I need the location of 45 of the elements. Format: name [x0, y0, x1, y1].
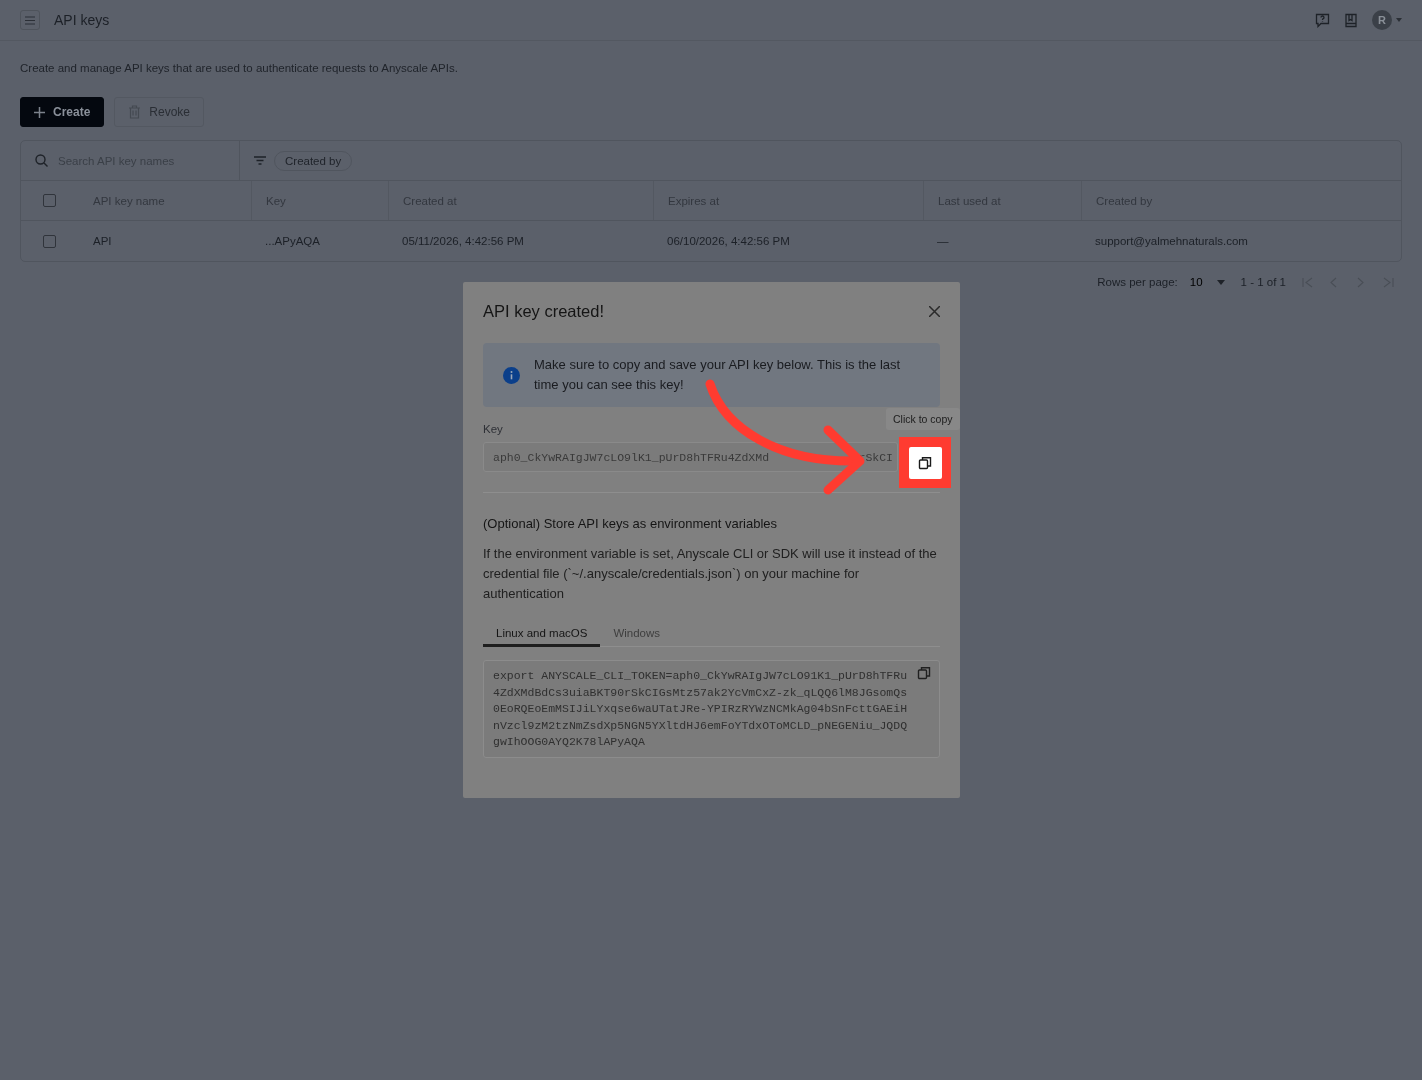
table-cell-text: support@yalmehnaturals.com	[1094, 235, 1249, 247]
key-label: Key	[483, 423, 504, 435]
select-all-checkbox[interactable]	[43, 194, 56, 207]
plus-icon	[34, 106, 45, 118]
user-menu[interactable]: R	[1372, 10, 1402, 30]
notice-text: Make sure to copy and save your API key below. This is the last time you can see this key!	[534, 356, 902, 394]
rows-per-page-label: Rows per page:	[1097, 276, 1178, 288]
env-description: If the environment variable is set, Anyscale CLI or SDK will use it instead of the credential file (`~/.anyscale/credentials.json`) on your machine for authentication	[483, 545, 938, 603]
os-tab[interactable]: Windows	[600, 622, 674, 647]
menu-button[interactable]	[20, 10, 40, 30]
close-icon	[929, 306, 940, 317]
trash-icon	[128, 105, 142, 119]
page-range: 1 - 1 of 1	[1240, 276, 1286, 288]
copy-key-button[interactable]	[908, 446, 942, 479]
info-icon	[503, 366, 520, 384]
docs-button[interactable]	[1344, 12, 1358, 28]
filter-icon	[254, 156, 266, 165]
help-icon	[1315, 12, 1330, 28]
user-avatar: R	[1372, 10, 1392, 30]
help-button[interactable]	[1315, 12, 1330, 28]
rows-per-page-select[interactable]: 10	[1189, 276, 1225, 288]
row-checkbox[interactable]	[43, 234, 56, 248]
search-icon	[35, 154, 48, 167]
table-cell-text: API	[92, 235, 113, 247]
table-cell-text: ...APyAQA	[264, 235, 321, 247]
table-cell-text: 05/11/2026, 4:42:56 PM	[401, 235, 525, 247]
copy-icon	[918, 455, 932, 470]
close-button[interactable]	[929, 306, 940, 317]
caret-icon	[1396, 18, 1402, 22]
key-value: aph0_CkYwRAIgJW7cLO9lK1_pUrD8hTFRu4ZdXMd	[493, 450, 770, 464]
menu-icon	[25, 15, 35, 25]
page-title: API keys	[54, 12, 111, 28]
table-cell-text: —	[936, 235, 950, 247]
page-description: Create and manage API keys that are used to authenticate requests to Anyscale APIs.	[20, 62, 459, 74]
copy-icon	[917, 666, 931, 680]
copy-code-button[interactable]	[917, 666, 931, 680]
create-button[interactable]: Create	[20, 97, 105, 127]
caret-icon	[1216, 279, 1225, 285]
book-icon	[1344, 12, 1358, 28]
dialog-title: API key created!	[483, 302, 605, 321]
tooltip: Click to copy	[886, 408, 960, 430]
table-cell-text: 06/10/2026, 4:42:56 PM	[666, 235, 791, 247]
os-tab[interactable]: Linux and macOS	[483, 622, 601, 647]
section-heading: (Optional) Store API keys as environment variables	[483, 516, 779, 531]
export-command: export ANYSCALE_CLI_TOKEN=aph0_CkYwRAIgJW7cLO91K1_pUrD8hTFRu4ZdXMdBdCs3uiaBKT90rSkCIGsMtz57ak2YcVmCxZ-zk_qLQQ6lM8JGsomQs0EoRQEoEmMSIJiLYxqse6waUTatJRe-YPIRzRYWzNCMkAg04bSnFcttGAEiHnVzcl9zM2tzNmZsdXp5NGN5YXltdHJ6emFoYTdxOToMCLD_pNEGENiu_JQDQgwIhOOG0AYQ2K78lAPyAQA	[493, 668, 909, 751]
